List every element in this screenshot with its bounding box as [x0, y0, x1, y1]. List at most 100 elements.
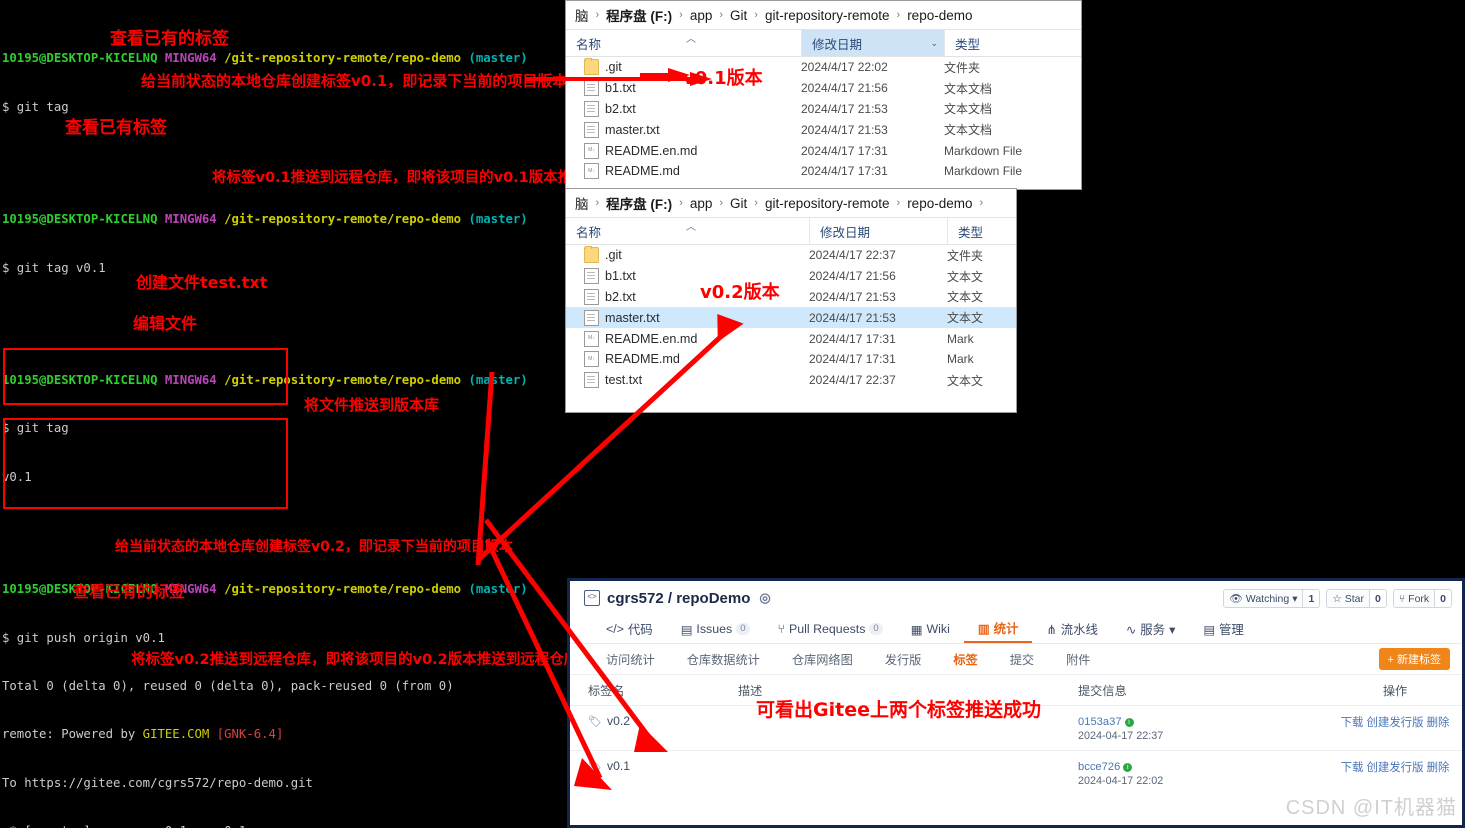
table-row[interactable]: b2.txt 2024/4/17 21:53 文本文 — [566, 287, 1016, 308]
text-file-icon — [584, 100, 599, 117]
prompt-user: 10195@DESKTOP-KICELNQ — [2, 51, 158, 66]
table-row[interactable]: M↓ README.en.md 2024/4/17 17:31 Mark — [566, 328, 1016, 349]
table-row[interactable]: master.txt 2024/4/17 21:53 文本文档 — [566, 119, 1081, 140]
tag-name[interactable]: v0.2 — [607, 714, 630, 728]
breadcrumb-segment[interactable]: 程序盘 (F:) — [603, 193, 675, 213]
commit-date: 2024-04-17 22:37 — [1078, 730, 1164, 742]
file-name-cell[interactable]: M↓ README.md — [566, 351, 809, 368]
pipeline-icon: ⋔ — [1046, 622, 1057, 637]
tag-icon: 🏷 — [588, 760, 602, 773]
file-name-cell[interactable]: test.txt — [566, 372, 809, 389]
breadcrumb-segment[interactable]: 程序盘 (F:) — [603, 5, 675, 25]
prompt-branch: (master) — [468, 582, 528, 597]
tab-manage[interactable]: ▤ 管理 — [1189, 615, 1258, 643]
row-actions[interactable]: 下载 创建发行版 删除 — [1328, 714, 1462, 730]
table-row[interactable]: M↓ README.md 2024/4/17 17:31 Markdown Fil… — [566, 161, 1081, 182]
column-header-name[interactable]: 名称 ︿ — [566, 218, 809, 244]
breadcrumb-segment[interactable]: 脑 — [572, 5, 592, 25]
table-row[interactable]: 🏷 v0.1 bcce726 i 2024-04-17 22:02 下载 创建发行版… — [570, 751, 1462, 796]
breadcrumb[interactable]: 脑 › 程序盘 (F:) › app › Git › git-repository-re… — [566, 189, 1016, 218]
file-list[interactable]: .git 2024/4/17 22:37 文件夹 b1.txt 2024/4/1… — [566, 245, 1016, 391]
table-row[interactable]: M↓ README.en.md 2024/4/17 17:31 Markdown … — [566, 140, 1081, 161]
table-row[interactable]: b2.txt 2024/4/17 21:53 文本文档 — [566, 99, 1081, 120]
tab-wiki[interactable]: ▦ Wiki — [897, 615, 964, 643]
table-row[interactable]: b1.txt 2024/4/17 21:56 文本文档 — [566, 78, 1081, 99]
file-explorer-window-v0-1[interactable]: 脑 › 程序盘 (F:) › app › Git › git-repository-re… — [565, 0, 1082, 190]
table-row[interactable]: b1.txt 2024/4/17 21:56 文本文 — [566, 266, 1016, 287]
subtab-network-graph[interactable]: 仓库网络图 — [776, 650, 869, 668]
file-name-cell[interactable]: M↓ README.en.md — [566, 142, 801, 159]
tag-name-cell[interactable]: 🏷 v0.2 — [570, 714, 738, 728]
statistics-subnav[interactable]: 访问统计 仓库数据统计 仓库网络图 发行版 标签 提交 附件 + 新建标签 — [570, 644, 1462, 675]
tag-name[interactable]: v0.1 — [607, 759, 630, 773]
fork-button[interactable]: ⑂ Fork 0 — [1392, 589, 1452, 608]
file-name-cell[interactable]: b2.txt — [566, 100, 801, 117]
breadcrumb-segment[interactable]: git-repository-remote — [762, 8, 893, 23]
tab-statistics[interactable]: ▥ 统计 — [963, 615, 1033, 643]
row-actions[interactable]: 下载 创建发行版 删除 — [1328, 759, 1462, 775]
star-button[interactable]: ☆ Star 0 — [1326, 589, 1387, 608]
eye-icon: 👁 — [1229, 593, 1243, 605]
prompt-branch: (master) — [468, 51, 528, 66]
subtab-attachments[interactable]: 附件 — [1050, 650, 1106, 668]
breadcrumb-segment[interactable]: 脑 — [572, 193, 592, 213]
tag-name-cell[interactable]: 🏷 v0.1 — [570, 759, 738, 773]
breadcrumb-segment[interactable]: app — [687, 8, 716, 23]
subtab-repo-stats[interactable]: 仓库数据统计 — [671, 650, 776, 668]
table-row[interactable]: test.txt 2024/4/17 22:37 文本文 — [566, 370, 1016, 391]
file-date: 2024/4/17 21:53 — [801, 122, 888, 137]
file-explorer-window-v0-2[interactable]: 脑 › 程序盘 (F:) › app › Git › git-repository-re… — [565, 188, 1017, 413]
column-header-date[interactable]: 修改日期 — [809, 218, 947, 244]
repo-title[interactable]: cgrs572 / repoDemo — [607, 590, 750, 607]
file-name-cell[interactable]: .git — [566, 246, 809, 264]
tab-pull-requests[interactable]: ⑂ Pull Requests 0 — [764, 615, 897, 643]
watch-button[interactable]: 👁 Watching ▾ 1 — [1223, 589, 1321, 608]
explorer2-annotation: v0.2版本 — [700, 282, 780, 303]
breadcrumb[interactable]: 脑 › 程序盘 (F:) › app › Git › git-repository-re… — [566, 1, 1081, 30]
breadcrumb-segment[interactable]: git-repository-remote — [762, 196, 893, 211]
table-row[interactable]: master.txt 2024/4/17 21:53 文本文 — [566, 307, 1016, 329]
markdown-file-icon: M↓ — [584, 163, 599, 180]
commit-sha[interactable]: bcce726 — [1078, 761, 1120, 773]
file-name-cell[interactable]: master.txt — [566, 121, 801, 138]
file-name-cell[interactable]: master.txt — [566, 309, 809, 326]
table-row[interactable]: .git 2024/4/17 22:37 文件夹 — [566, 245, 1016, 266]
subtab-tags[interactable]: 标签 — [937, 650, 993, 668]
file-date: 2024/4/17 17:31 — [809, 331, 896, 346]
tab-services[interactable]: ∿ 服务 ▾ — [1112, 615, 1189, 643]
tab-issues[interactable]: ▤ Issues 0 — [667, 615, 764, 643]
column-header-type[interactable]: 类型 — [944, 30, 1081, 56]
column-header-name[interactable]: 名称 ︿ — [566, 30, 801, 56]
file-name: README.md — [605, 352, 680, 367]
file-type: 文本文 — [947, 290, 984, 305]
repo-action-buttons[interactable]: 👁 Watching ▾ 1 ☆ Star 0 ⑂ Fork 0 — [1223, 589, 1452, 608]
file-list[interactable]: .git 2024/4/17 22:02 文件夹 b1.txt 2024/4/1… — [566, 57, 1081, 182]
subtab-releases[interactable]: 发行版 — [869, 650, 938, 668]
repo-nav-tabs[interactable]: </> 代码 ▤ Issues 0 ⑂ Pull Requests 0 ▦ Wiki ▥ 统计… — [570, 615, 1462, 644]
file-name: b2.txt — [605, 289, 636, 304]
tab-label: 统计 — [993, 622, 1019, 636]
file-name-cell[interactable]: M↓ README.en.md — [566, 330, 809, 347]
breadcrumb-segment[interactable]: app — [687, 196, 716, 211]
breadcrumb-segment[interactable]: Git — [727, 196, 750, 211]
gitee-annotation: 可看出Gitee上两个标签推送成功 — [756, 699, 1041, 721]
commit-sha[interactable]: 0153a37 — [1078, 716, 1122, 728]
file-type: 文本文档 — [944, 81, 993, 96]
tab-code[interactable]: </> 代码 — [592, 615, 667, 643]
new-tag-button[interactable]: + 新建标签 — [1378, 648, 1450, 670]
breadcrumb-segment[interactable]: repo-demo — [904, 196, 975, 211]
file-type: 文件夹 — [944, 60, 981, 75]
table-row[interactable]: M↓ README.md 2024/4/17 17:31 Mark — [566, 349, 1016, 370]
column-header-type[interactable]: 类型 — [947, 218, 1016, 244]
chevron-down-icon[interactable]: ⌄ — [930, 38, 944, 49]
column-header-date[interactable]: 修改日期 ⌄ — [801, 30, 944, 56]
file-name-cell[interactable]: M↓ README.md — [566, 163, 801, 180]
table-row[interactable]: .git 2024/4/17 22:02 文件夹 — [566, 57, 1081, 78]
breadcrumb-segment[interactable]: repo-demo — [904, 8, 975, 23]
file-name: .git — [605, 248, 622, 263]
subtab-visits[interactable]: 访问统计 — [590, 650, 671, 668]
breadcrumb-segment[interactable]: Git — [727, 8, 750, 23]
subtab-commits[interactable]: 提交 — [994, 650, 1050, 668]
fork-count: 0 — [1434, 590, 1451, 607]
tab-pipeline[interactable]: ⋔ 流水线 — [1032, 615, 1112, 643]
